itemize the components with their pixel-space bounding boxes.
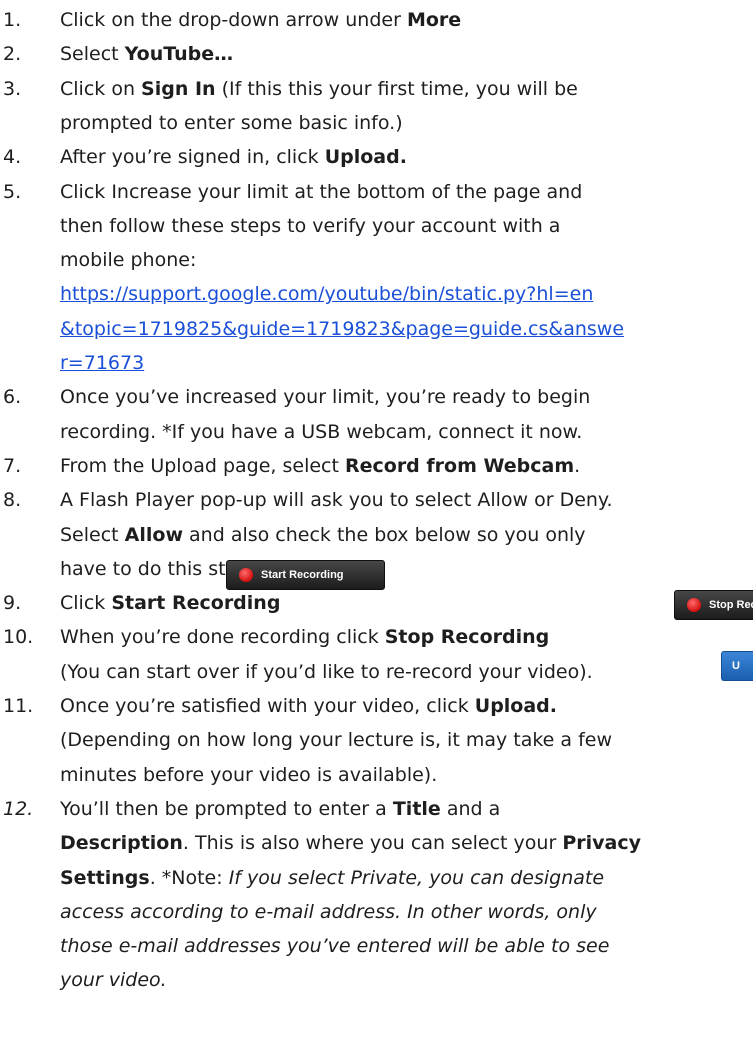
step-bold-text: Sign In xyxy=(141,77,216,100)
step-text: When you’re done recording click xyxy=(60,626,385,649)
step-8-line: A Flash Player pop-up will ask you to se… xyxy=(60,483,613,517)
step-text: You’ll then be prompted to enter a xyxy=(60,797,393,820)
step-bold-text: Title xyxy=(392,797,441,820)
start-recording-label: Start Recording xyxy=(261,569,344,581)
step-5-line: &topic=1719825&guide=1719823&page=guide.… xyxy=(60,312,624,346)
step-text: After you’re signed in, click xyxy=(60,146,325,169)
step-italic-text: If you select Private, you can designate xyxy=(228,866,605,889)
step-5-line: mobile phone: xyxy=(60,243,196,277)
step-text: minutes before your video is available). xyxy=(60,763,438,786)
step-bold-text: YouTube… xyxy=(124,43,234,66)
step-text: A Flash Player pop-up will ask you to se… xyxy=(60,489,613,512)
step-text: prompted to enter some basic info.) xyxy=(60,111,403,134)
step-text: Select xyxy=(60,43,125,66)
step-12-line: access according to e-mail address. In o… xyxy=(60,895,597,929)
upload-button-image: U xyxy=(721,651,753,681)
instruction-document: 1. Click on the drop-down arrow under Mor… xyxy=(0,0,753,1038)
step-12-line: Description. This is also where you can … xyxy=(60,826,641,860)
step-6-line: Once you’ve increased your limit, you’re… xyxy=(60,380,590,414)
step-text: Once you’re satisfied with your video, c… xyxy=(60,695,475,717)
step-number: 3. xyxy=(3,77,22,100)
step-text: Click xyxy=(60,592,112,615)
step-text: Once you’ve increased your limit, you’re… xyxy=(60,386,591,409)
step-bold-text: Stop Recording xyxy=(384,626,550,649)
step-number: 6. xyxy=(3,386,22,409)
step-text: From the Upload page, select xyxy=(60,454,345,477)
step-number: 9. xyxy=(3,592,22,615)
step-text: . xyxy=(574,454,581,477)
step-number: 2. xyxy=(3,43,22,66)
step-bold-text: Description xyxy=(60,832,183,855)
step-11-line: minutes before your video is available). xyxy=(60,758,437,792)
step-bold-text: Start Recording xyxy=(111,592,281,615)
step-6-line: recording. *If you have a USB webcam, co… xyxy=(60,415,582,449)
step-3-line: prompted to enter some basic info.) xyxy=(60,106,403,140)
step-text: (If this this your first time, you will … xyxy=(215,77,578,100)
step-12-line: You’ll then be prompted to enter a Title… xyxy=(60,792,500,826)
step-5-line: Click Increase your limit at the bottom … xyxy=(60,175,582,209)
step-text: and also check the box below so you only xyxy=(183,523,586,546)
step-11-line: Once you’re satisfied with your video, c… xyxy=(60,689,557,723)
step-bold-text: Upload. xyxy=(474,695,557,717)
step-text: Click on the drop-down arrow under xyxy=(60,9,407,31)
step-number: 1. xyxy=(3,9,22,31)
stop-recording-button-image: Stop Rec xyxy=(674,590,753,620)
support-link[interactable]: https://support.google.com/youtube/bin/s… xyxy=(60,283,593,305)
support-link[interactable]: &topic=1719825&guide=1719823&page=guide.… xyxy=(60,318,624,340)
step-number: 5. xyxy=(3,180,22,203)
step-10-line: When you’re done recording click Stop Re… xyxy=(60,620,549,654)
step-12-line: those e-mail addresses you’ve entered wi… xyxy=(60,929,609,963)
step-bold-text: Settings xyxy=(60,866,150,889)
step-text: Click on xyxy=(60,77,142,100)
step-number: 11. xyxy=(3,695,34,717)
step-number: 7. xyxy=(3,454,22,477)
step-12-line: Settings. *Note: If you select Private, … xyxy=(60,861,604,895)
support-link[interactable]: r=71673 xyxy=(60,352,144,374)
step-italic-text: those e-mail addresses you’ve entered wi… xyxy=(60,935,610,958)
step-3-line: Click on Sign In (If this this your firs… xyxy=(60,72,578,106)
start-recording-button-image: Start Recording xyxy=(226,560,385,590)
step-number: 10. xyxy=(3,626,34,649)
step-12-line: your video. xyxy=(60,963,167,997)
step-1-line: Click on the drop-down arrow under More xyxy=(60,3,461,37)
step-text: mobile phone: xyxy=(60,249,197,272)
step-9-line: Click Start Recording xyxy=(60,586,280,620)
step-bold-text: Privacy xyxy=(562,832,641,855)
step-bold-text: Upload. xyxy=(324,146,407,169)
step-number: 8. xyxy=(3,489,22,512)
step-5-line: r=71673 xyxy=(60,346,144,380)
step-text: . *Note: xyxy=(149,866,229,889)
step-8-line: Select Allow and also check the box belo… xyxy=(60,518,586,552)
step-text: Click Increase your limit at the bottom … xyxy=(60,180,583,203)
step-11-line: (Depending on how long your lecture is, … xyxy=(60,723,612,757)
record-dot-icon xyxy=(687,598,701,612)
step-number: 12. xyxy=(3,797,34,820)
step-text: Select xyxy=(60,523,125,546)
upload-label: U xyxy=(732,660,740,672)
step-italic-text: your video. xyxy=(60,969,167,992)
step-text: (Depending on how long your lecture is, … xyxy=(60,729,613,752)
step-text: recording. *If you have a USB webcam, co… xyxy=(60,420,583,443)
step-5-line: then follow these steps to verify your a… xyxy=(60,209,560,243)
step-bold-text: Allow xyxy=(124,523,183,546)
step-bold-text: More xyxy=(406,9,462,31)
step-italic-text: access according to e-mail address. In o… xyxy=(60,900,597,923)
step-7-line: From the Upload page, select Record from… xyxy=(60,449,580,483)
step-text: . This is also where you can select your xyxy=(182,832,563,855)
step-bold-text: Record from Webcam xyxy=(344,454,575,477)
step-text: then follow these steps to verify your a… xyxy=(60,214,561,237)
step-4-line: After you’re signed in, click Upload. xyxy=(60,140,407,174)
step-text: and a xyxy=(440,797,501,820)
step-number: 4. xyxy=(3,146,22,169)
step-2-line: Select YouTube… xyxy=(60,37,233,71)
record-dot-icon xyxy=(239,568,253,582)
step-10-line: (You can start over if you’d like to re-… xyxy=(60,655,593,689)
step-text: (You can start over if you’d like to re-… xyxy=(60,660,593,683)
step-5-line: https://support.google.com/youtube/bin/s… xyxy=(60,277,593,311)
stop-recording-label: Stop Rec xyxy=(709,599,753,611)
